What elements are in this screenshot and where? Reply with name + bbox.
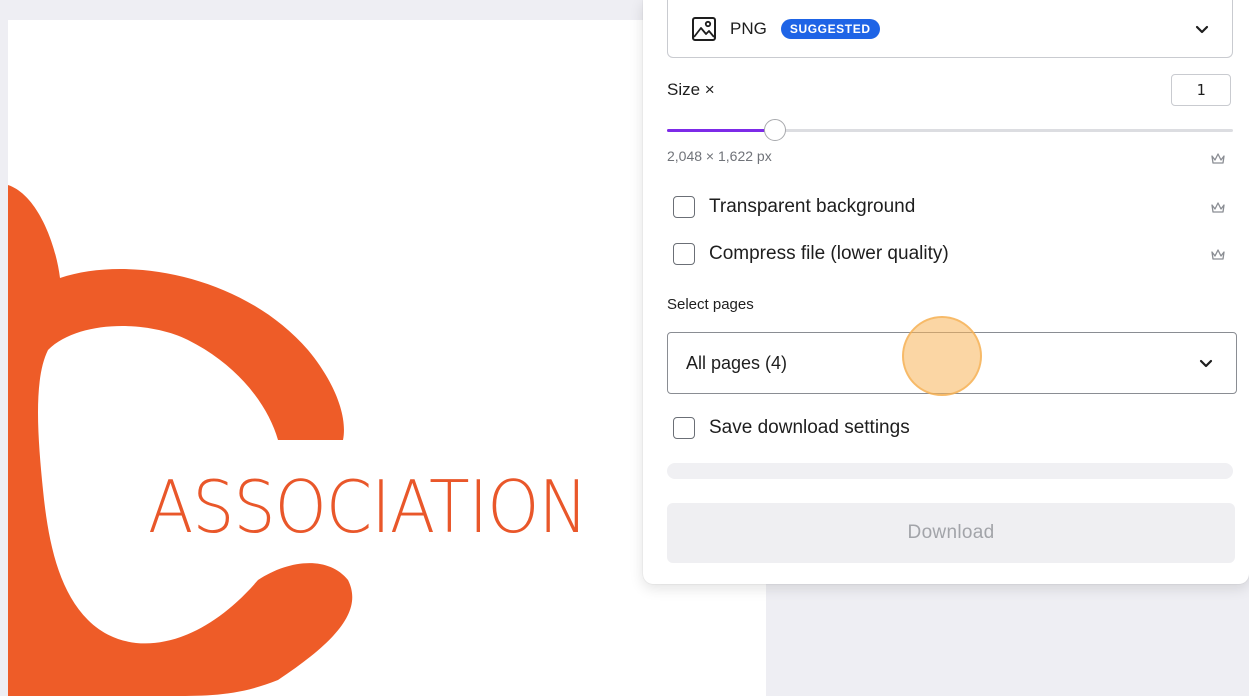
file-type-label: PNG bbox=[730, 18, 767, 38]
size-slider-fill bbox=[667, 129, 775, 132]
size-slider-handle[interactable] bbox=[764, 119, 786, 141]
size-label: Size × bbox=[667, 80, 715, 99]
logo-wordmark: ASSOCIATION bbox=[148, 465, 588, 549]
select-pages-value: All pages (4) bbox=[686, 352, 788, 373]
image-icon bbox=[692, 16, 716, 41]
save-download-settings-option[interactable]: Save download settings bbox=[673, 417, 910, 439]
compress-file-checkbox[interactable] bbox=[673, 243, 695, 265]
compress-file-option[interactable]: Compress file (lower quality) bbox=[673, 243, 949, 265]
crown-icon bbox=[1211, 249, 1225, 260]
download-panel: PNG SUGGESTED Size × 1 2,048 × 1,622 px … bbox=[643, 0, 1249, 584]
crown-icon bbox=[1211, 153, 1225, 164]
crown-icon bbox=[1211, 202, 1225, 213]
dimensions-readout: 2,048 × 1,622 px bbox=[667, 148, 772, 164]
chevron-down-icon bbox=[1195, 25, 1209, 33]
file-type-dropdown[interactable]: PNG SUGGESTED bbox=[667, 0, 1233, 58]
save-download-settings-checkbox[interactable] bbox=[673, 417, 695, 439]
download-button[interactable]: Download bbox=[667, 503, 1235, 563]
suggested-badge: SUGGESTED bbox=[780, 18, 880, 39]
save-download-settings-label: Save download settings bbox=[709, 417, 910, 438]
download-progress-bar bbox=[667, 463, 1233, 479]
select-pages-dropdown[interactable]: All pages (4) bbox=[667, 332, 1237, 394]
select-pages-heading: Select pages bbox=[667, 296, 754, 313]
transparent-background-option[interactable]: Transparent background bbox=[673, 196, 915, 218]
transparent-background-label: Transparent background bbox=[709, 196, 916, 217]
size-input[interactable]: 1 bbox=[1171, 74, 1231, 106]
chevron-down-icon bbox=[1199, 359, 1213, 368]
compress-file-label: Compress file (lower quality) bbox=[709, 243, 949, 264]
transparent-background-checkbox[interactable] bbox=[673, 196, 695, 218]
size-slider[interactable] bbox=[667, 119, 1233, 141]
